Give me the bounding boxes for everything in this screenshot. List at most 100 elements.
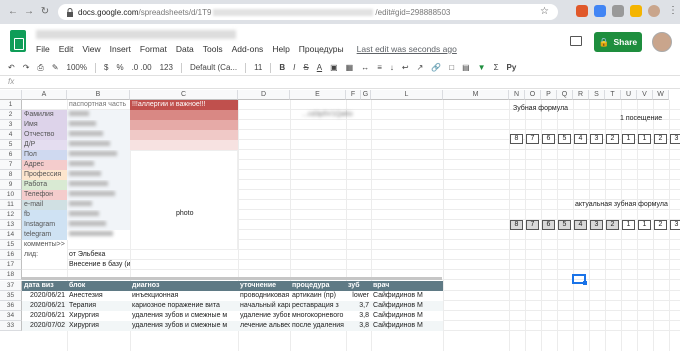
row-header[interactable]: 14 (0, 230, 22, 240)
row-header[interactable]: 11 (0, 200, 22, 210)
rotate-icon[interactable]: ↗ (417, 63, 424, 72)
menu-view[interactable]: View (82, 44, 100, 54)
menu-format[interactable]: Format (140, 44, 167, 54)
tooth-number[interactable]: 3 (590, 134, 603, 144)
table-cell[interactable]: Сайфидинов М (371, 291, 443, 301)
tooth-number[interactable]: 3 (590, 220, 603, 230)
row-header[interactable]: 16 (0, 250, 22, 260)
menu-edit[interactable]: Edit (59, 44, 74, 54)
menu-help[interactable]: Help (272, 44, 289, 54)
row-header[interactable]: 35 (0, 291, 22, 301)
field-label[interactable]: Работа (22, 180, 67, 190)
column-header[interactable]: M (443, 90, 509, 100)
field-label[interactable]: telegram (22, 230, 67, 240)
comment-value[interactable]: от Эльбека (67, 250, 130, 260)
allergy-cell[interactable] (130, 110, 238, 120)
strikethrough-button[interactable]: S (303, 63, 308, 72)
valign-icon[interactable]: ↓ (390, 63, 394, 72)
redacted-value[interactable] (67, 180, 130, 190)
column-header[interactable]: D (238, 90, 290, 100)
borders-icon[interactable]: ▦ (346, 63, 354, 72)
table-cell[interactable]: проводниковая (238, 291, 290, 301)
field-label[interactable]: комменты>> (22, 240, 67, 250)
font-size-select[interactable]: 11 (254, 63, 262, 72)
table-header[interactable]: врач (371, 281, 443, 291)
profile-icon[interactable] (648, 5, 660, 17)
print-icon[interactable]: ⎙ (37, 63, 43, 73)
redacted-value[interactable] (67, 110, 130, 120)
row-header[interactable]: 36 (0, 301, 22, 311)
chart-icon[interactable]: ▤ (462, 63, 470, 72)
back-icon[interactable]: ← (6, 6, 20, 17)
redacted-cell[interactable]: ...cd3p5V1Qa6o (300, 110, 440, 120)
allergy-cell[interactable] (130, 120, 238, 130)
redacted-value[interactable] (67, 190, 130, 200)
field-label[interactable]: e-mail (22, 200, 67, 210)
menu-addons[interactable]: Add-ons (232, 44, 264, 54)
reload-icon[interactable]: ↻ (38, 6, 52, 17)
row-header[interactable]: 9 (0, 180, 22, 190)
row-header[interactable]: 13 (0, 220, 22, 230)
tooth-number[interactable]: 7 (526, 220, 539, 230)
extension-icon[interactable] (612, 5, 624, 17)
row-header[interactable]: 8 (0, 170, 22, 180)
table-cell[interactable]: Хирургия (67, 311, 130, 321)
spreadsheet-grid[interactable]: A B C D E F G L M N O P Q R S T U V W 12… (0, 90, 680, 351)
table-header[interactable]: диагноз (130, 281, 238, 291)
select-all-corner[interactable] (0, 90, 22, 100)
column-header[interactable]: F (346, 90, 361, 100)
filter-icon[interactable]: ▼ (478, 63, 486, 72)
paint-format-icon[interactable]: ✎ (52, 63, 59, 72)
tooth-number[interactable]: 7 (526, 134, 539, 144)
table-cell[interactable]: многокорневого (290, 311, 346, 321)
extension-icon[interactable] (630, 5, 642, 17)
tooth-number[interactable]: 8 (510, 220, 523, 230)
menu-insert[interactable]: Insert (110, 44, 131, 54)
column-header[interactable]: U (621, 90, 637, 100)
tooth-number[interactable]: 1 (638, 220, 651, 230)
tooth-number[interactable]: 8 (510, 134, 523, 144)
font-select[interactable]: Default (Ca... (190, 63, 237, 72)
menu-tools[interactable]: Tools (203, 44, 223, 54)
decimal-buttons[interactable]: .0 .00 (132, 63, 152, 72)
redacted-value[interactable] (67, 140, 130, 150)
column-header[interactable]: B (67, 90, 130, 100)
align-icon[interactable]: ≡ (377, 63, 382, 72)
currency-button[interactable]: $ (104, 63, 108, 72)
row-header[interactable]: 12 (0, 210, 22, 220)
undo-icon[interactable]: ↶ (8, 63, 15, 72)
browser-menu-icon[interactable]: ⋮ (668, 5, 678, 16)
star-icon[interactable]: ☆ (540, 6, 549, 17)
table-cell[interactable]: Терапия (67, 301, 130, 311)
functions-button[interactable]: Σ (494, 63, 499, 72)
table-cell[interactable]: Анестезия (67, 291, 130, 301)
table-cell[interactable]: артикаин (пр) (290, 291, 346, 301)
table-cell[interactable]: лечение альвео (238, 321, 290, 331)
selected-cell[interactable] (572, 274, 587, 285)
row-header[interactable]: 1 (0, 100, 22, 110)
redacted-value[interactable] (67, 230, 130, 240)
tooth-number[interactable]: 2 (654, 134, 667, 144)
redacted-value[interactable] (67, 160, 130, 170)
tooth-number[interactable]: 5 (558, 220, 571, 230)
row-header[interactable]: 3 (0, 120, 22, 130)
redacted-value[interactable] (67, 220, 130, 230)
row-header[interactable]: 34 (0, 311, 22, 321)
table-cell[interactable]: начальный кари (238, 301, 290, 311)
table-cell[interactable]: 3,8 (346, 311, 371, 321)
allergy-cell[interactable] (130, 130, 238, 140)
row-header[interactable]: 2 (0, 110, 22, 120)
field-label[interactable]: Профессия (22, 170, 67, 180)
italic-button[interactable]: I (293, 63, 295, 72)
table-cell[interactable]: 3,8 (346, 321, 371, 331)
bold-button[interactable]: B (279, 63, 285, 72)
forward-icon[interactable]: → (22, 6, 36, 17)
input-tools-button[interactable]: Py (507, 63, 517, 72)
table-header[interactable]: дата виз (22, 281, 67, 291)
tooth-number[interactable]: 4 (574, 134, 587, 144)
tooth-number[interactable]: 2 (606, 134, 619, 144)
field-label[interactable]: Фамилия (22, 110, 67, 120)
field-label[interactable]: Имя (22, 120, 67, 130)
tooth-number[interactable]: 1 (622, 134, 635, 144)
redacted-value[interactable] (67, 150, 130, 160)
